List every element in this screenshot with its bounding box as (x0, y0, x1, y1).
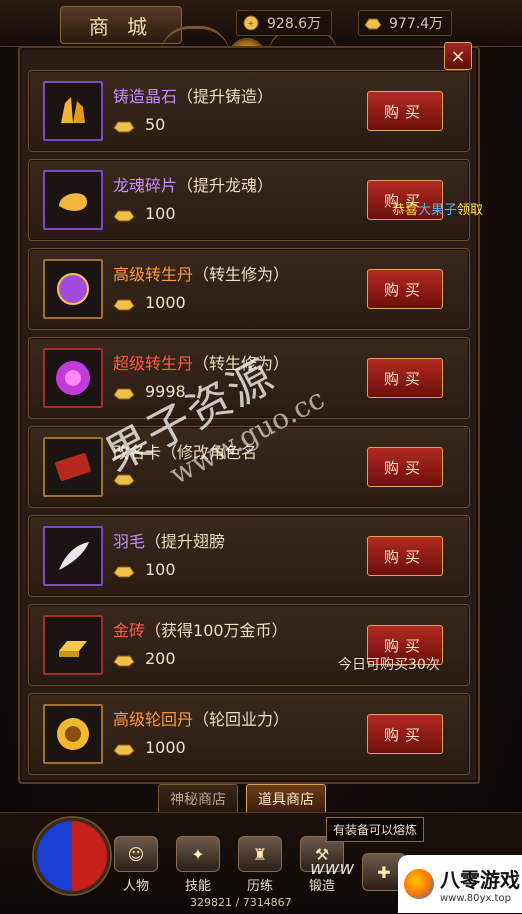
item-title: 金砖 (113, 621, 146, 640)
purchase-limit: 今日可购买30次 (338, 657, 440, 673)
shop-tabs: 神秘商店 道具商店 (158, 784, 326, 814)
item-name: 铸造晶石（提升铸造） (113, 83, 273, 107)
price-value: 1000 (145, 738, 186, 757)
item-title: 高级轮回丹 (113, 710, 194, 729)
armor-icon: ♜ (238, 836, 282, 872)
item-price: 50 (113, 115, 165, 134)
item-name: 羽毛（提升翅膀 (113, 528, 225, 552)
item-name: 高级转生丹（转生修为） (113, 261, 289, 285)
item-desc: （轮回业力） (193, 710, 290, 729)
buy-button[interactable]: 购买 (367, 358, 443, 398)
nav-skills[interactable]: ✦ 技能 (172, 836, 224, 894)
character-icon: ☺ (114, 836, 158, 872)
item-price: 1000 (113, 293, 186, 312)
svg-text:+: + (248, 19, 255, 28)
item-price: 100 (113, 560, 176, 579)
shop-item-row: 高级转生丹（转生修为） 1000 购买 (28, 248, 470, 330)
item-desc: （提升铸造） (177, 87, 274, 106)
gold-currency: + 928.6万 (236, 10, 332, 36)
ingot-icon (113, 563, 135, 577)
gold-amount: 928.6万 (267, 16, 322, 32)
item-title: 铸造晶石 (113, 87, 178, 106)
item-price: 1000 (113, 738, 186, 757)
ingot-currency: 977.4万 (358, 10, 452, 36)
item-title: 超级转生丹 (113, 354, 194, 373)
tab-mystery-shop[interactable]: 神秘商店 (158, 784, 238, 814)
shop-item-row: 铸造晶石（提升铸造） 50 购买 (28, 70, 470, 152)
buy-button[interactable]: 购买 (367, 269, 443, 309)
shop-item-row: 羽毛（提升翅膀 100 购买 (28, 515, 470, 597)
buy-button[interactable]: 购买 (367, 91, 443, 131)
gold-coin-icon: + (241, 13, 261, 33)
buy-button[interactable]: 购买 (367, 536, 443, 576)
buy-button[interactable]: 购买 (367, 714, 443, 754)
price-value: 200 (145, 649, 176, 668)
ingot-icon (363, 13, 383, 33)
buy-button[interactable]: 购买 (367, 447, 443, 487)
item-name: 龙魂碎片（提升龙魂） (113, 172, 273, 196)
bottom-nav: ☺ 人物 ✦ 技能 ♜ 历练 ⚒ 锻造 ✚ (110, 836, 410, 894)
price-value: 1000 (145, 293, 186, 312)
rename-card-icon (43, 437, 103, 497)
ingot-icon (113, 652, 135, 666)
taiji-icon[interactable] (34, 818, 110, 894)
ingot-icon (113, 296, 135, 310)
item-price: 200 (113, 649, 176, 668)
item-name: 高级轮回丹（轮回业力） (113, 706, 289, 730)
price-value: 100 (145, 560, 176, 579)
ingot-icon (113, 385, 135, 399)
crystal-icon (43, 81, 103, 141)
item-title: 高级转生丹 (113, 265, 194, 284)
item-desc: （提升翅膀 (145, 532, 226, 551)
announcement: 恭喜大果子领取 (392, 203, 484, 218)
nav-character[interactable]: ☺ 人物 (110, 836, 162, 894)
gold-brick-icon (43, 615, 103, 675)
cycle-orb-icon (43, 704, 103, 764)
price-value: 100 (145, 204, 176, 223)
ingot-amount: 977.4万 (389, 16, 444, 32)
dragon-soul-icon (43, 170, 103, 230)
item-price: 100 (113, 204, 176, 223)
rebirth-orb-icon (43, 348, 103, 408)
skill-book-icon: ✦ (176, 836, 220, 872)
item-title: 龙魂碎片 (113, 176, 178, 195)
ingot-icon (113, 118, 135, 132)
ingot-icon (113, 741, 135, 755)
price-value: 50 (145, 115, 166, 134)
logo-mark-icon (404, 869, 434, 899)
feather-icon (43, 526, 103, 586)
site-logo: 八零游戏 www.80yx.top (398, 855, 522, 913)
item-desc: （提升龙魂） (177, 176, 274, 195)
exp-readout: 329821 / 7314867 (190, 896, 292, 909)
watermark-corner: www (310, 858, 355, 879)
smelt-tooltip: 有装备可以熔炼 (326, 817, 425, 842)
top-bar: 商 城 + 928.6万 977.4万 (0, 0, 522, 47)
item-desc: （获得100万金币） (145, 621, 288, 640)
item-desc: （转生修为） (193, 265, 290, 284)
orb-icon (43, 259, 103, 319)
ingot-icon (113, 207, 135, 221)
close-button[interactable]: × (444, 42, 472, 70)
shop-title: 商 城 (60, 6, 182, 44)
nav-training[interactable]: ♜ 历练 (234, 836, 286, 894)
shop-item-row: 高级轮回丹（轮回业力） 1000 购买 (28, 693, 470, 775)
tab-item-shop[interactable]: 道具商店 (246, 784, 326, 814)
item-title: 羽毛 (113, 532, 146, 551)
item-name: 金砖（获得100万金币） (113, 617, 288, 641)
